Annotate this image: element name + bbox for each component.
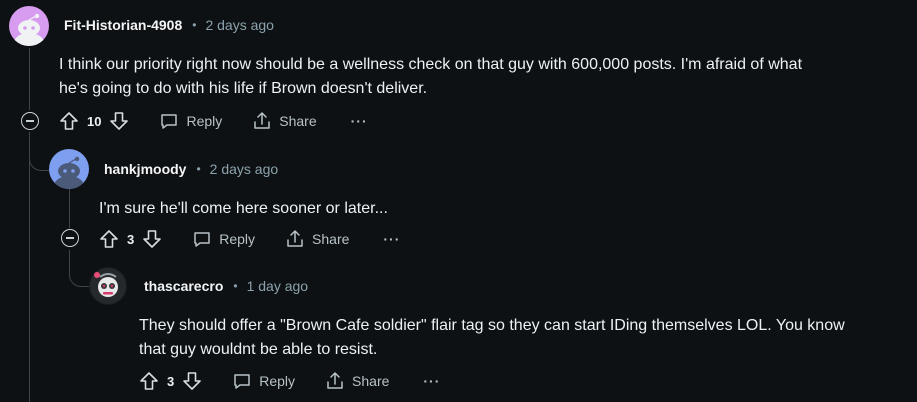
reply-label: Reply [259,373,296,389]
comment-body: I think our priority right now should be… [59,53,909,101]
comment-text-line: I think our priority right now should be… [59,56,803,73]
downvote-icon[interactable] [142,229,162,249]
share-icon [254,112,271,129]
share-label: Share [312,231,350,247]
more-options-button[interactable]: ··· [423,373,440,389]
downvote-icon[interactable] [182,371,202,391]
avatar-icon [14,13,44,46]
vote-count: 3 [127,231,135,247]
vote-group: 3 [99,229,162,249]
share-button[interactable]: Share [252,111,317,131]
reply-button[interactable]: Reply [159,111,222,131]
reply-icon [161,114,178,129]
avatar-icon [90,268,126,304]
share-button[interactable]: Share [325,371,389,391]
avatar-icon [54,156,84,189]
comment-text-line: he's going to do with his life if Brown … [59,80,428,97]
reply-button[interactable]: Reply [192,229,255,249]
comment-actions: 3 Reply Share ··· [99,227,400,251]
thread-line-main[interactable] [29,48,30,110]
author-name[interactable]: thascarecro [144,278,223,294]
avatar[interactable] [89,267,127,305]
comment-meta: hankjmoody • 2 days ago [104,161,278,177]
reply-icon [234,374,250,389]
more-options-button[interactable]: ··· [351,113,368,129]
thread-line-reply[interactable] [69,188,70,228]
collapse-button[interactable] [61,229,79,247]
comment-actions: 10 Reply Share ··· [59,109,368,133]
reply-label: Reply [186,113,223,129]
comment-meta: Fit-Historian-4908 • 2 days ago [64,17,274,33]
reply-icon [194,232,210,247]
comment-actions: 3 Reply Share ··· [139,369,440,393]
reply-label: Reply [219,231,256,247]
thread-line-reply-lower[interactable] [69,250,70,268]
vote-group: 10 [59,111,129,131]
timestamp[interactable]: 2 days ago [210,161,279,177]
author-name[interactable]: Fit-Historian-4908 [64,17,182,33]
collapse-button[interactable] [21,112,39,130]
timestamp[interactable]: 2 days ago [205,17,274,33]
share-icon [327,372,343,389]
share-icon [287,230,303,247]
comment-text-line: They should offer a "Brown Cafe soldier"… [139,317,845,334]
upvote-icon[interactable] [99,229,119,249]
vote-count: 10 [87,113,102,129]
comment-text-line: that guy wouldnt be able to resist. [139,341,378,358]
author-name[interactable]: hankjmoody [104,161,186,177]
share-label: Share [279,113,317,129]
upvote-icon[interactable] [139,371,159,391]
avatar[interactable] [49,149,89,189]
reply-button[interactable]: Reply [232,371,295,391]
vote-group: 3 [139,371,202,391]
comment-text-line: I'm sure he'll come here sooner or later… [99,200,388,217]
avatar[interactable] [9,6,49,46]
comment-meta: thascarecro • 1 day ago [144,278,308,294]
downvote-icon[interactable] [109,111,129,131]
share-label: Share [352,373,390,389]
timestamp[interactable]: 1 day ago [247,278,309,294]
share-button[interactable]: Share [285,229,349,249]
thread-line-main-lower[interactable] [29,132,30,402]
vote-count: 3 [167,373,175,389]
separator-dot: • [192,18,197,32]
comment-body: I'm sure he'll come here sooner or later… [99,197,899,221]
comment-body: They should offer a "Brown Cafe soldier"… [139,314,914,362]
separator-dot: • [233,279,238,293]
separator-dot: • [196,162,201,176]
upvote-icon[interactable] [59,111,79,131]
more-options-button[interactable]: ··· [383,231,400,247]
